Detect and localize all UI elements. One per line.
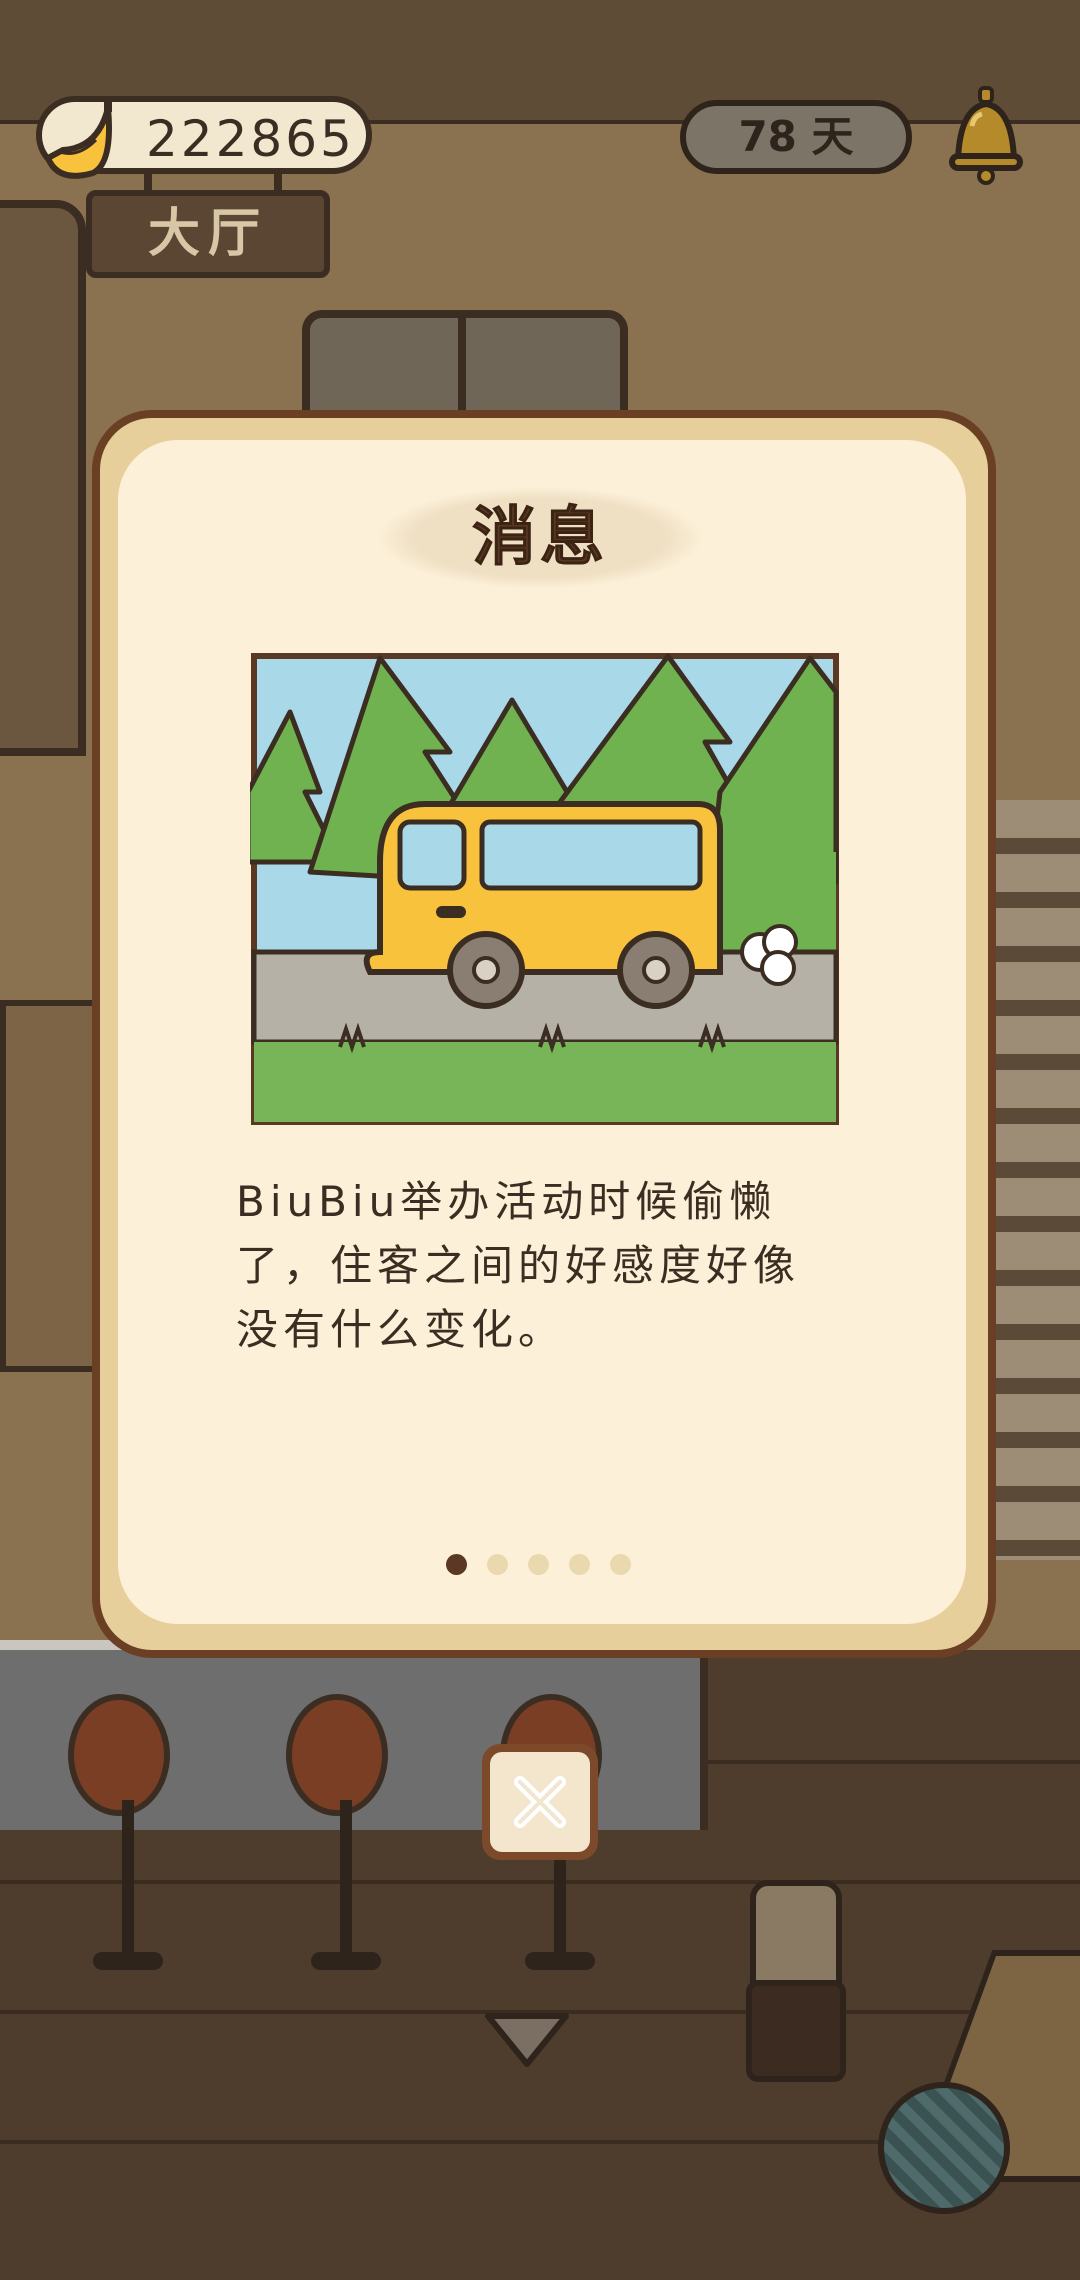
close-dialog-button[interactable] (482, 1744, 598, 1860)
pellet-dispenser[interactable] (746, 1880, 846, 2082)
bar-stool[interactable] (68, 1694, 170, 1816)
room-name: 大厅 (147, 204, 268, 264)
floor-plank-line (0, 1880, 1080, 1884)
bar-stool-foot (525, 1952, 595, 1970)
bell-icon[interactable] (946, 86, 1026, 186)
banana-icon (44, 96, 112, 179)
dialog-title: 消息 (472, 501, 608, 576)
dialog-message: BiuBiu举办活动时候偷懒了，住客之间的好感度好像没有什么变化。 (236, 1177, 801, 1354)
bar-stool[interactable] (286, 1694, 388, 1816)
coin-counter[interactable]: 222865 (36, 96, 372, 179)
bar-stool-leg (340, 1800, 352, 1970)
bar-stool-leg (122, 1800, 134, 1970)
bottle-shelf (0, 1000, 102, 1372)
chevron-down-icon[interactable] (482, 2010, 572, 2070)
day-counter[interactable]: 78 天 (680, 100, 912, 174)
page-dot[interactable] (569, 1554, 590, 1575)
van-illustration (250, 653, 839, 1125)
lobby-door (0, 200, 86, 756)
page-indicator (446, 1554, 631, 1578)
dialog-title-banner: 消息 (380, 488, 700, 588)
staircase (990, 800, 1080, 1560)
coin-amount: 222865 (146, 110, 355, 168)
room-sign[interactable]: 大厅 (86, 168, 330, 278)
day-count-text: 78 天 (738, 112, 854, 161)
page-dot[interactable] (487, 1554, 508, 1575)
bar-stool-foot (311, 1952, 381, 1970)
page-dot[interactable] (528, 1554, 549, 1575)
page-dot[interactable] (610, 1554, 631, 1575)
yarn-ball-icon[interactable] (878, 2082, 1010, 2214)
close-icon (514, 1776, 566, 1828)
bar-stool-foot (93, 1952, 163, 1970)
page-dot-active[interactable] (446, 1554, 467, 1575)
